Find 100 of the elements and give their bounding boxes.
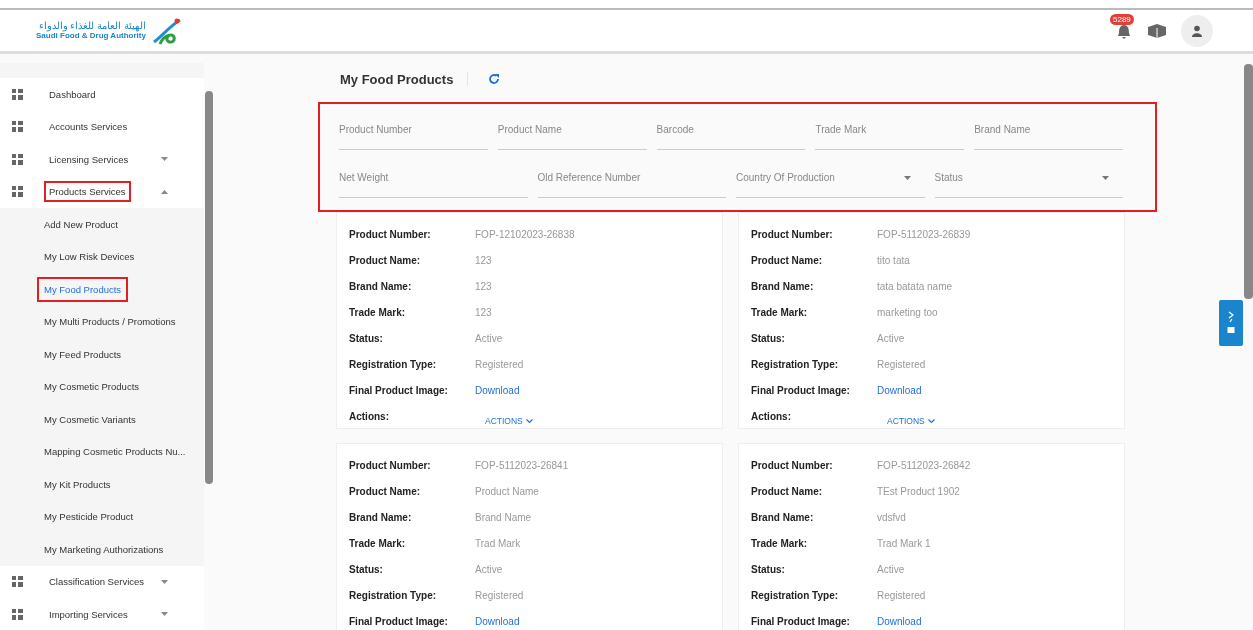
- submenu-item-label: My Food Products: [37, 276, 129, 302]
- submenu-item[interactable]: Mapping Cosmetic Products Nu...: [0, 435, 204, 468]
- dropdown-field[interactable]: Country Of Production: [736, 158, 925, 198]
- field-label: Actions:: [349, 410, 390, 422]
- field-label: Status:: [751, 332, 786, 344]
- submenu-item[interactable]: Add New Product: [0, 208, 204, 241]
- field-label: Product Number:: [349, 228, 432, 240]
- field-label: Product Name:: [751, 485, 824, 497]
- submenu-item-label: My Cosmetic Variants: [43, 412, 137, 427]
- submenu-item[interactable]: My Food Products: [0, 273, 204, 306]
- dropdown-caret-icon: [1102, 175, 1109, 180]
- input-field[interactable]: Product Number: [339, 110, 488, 150]
- submenu-item[interactable]: My Low Risk Devices: [0, 240, 204, 273]
- page-scrollbar[interactable]: [1244, 64, 1253, 299]
- field-label: Product Name:: [349, 485, 422, 497]
- field-label: Final Product Image:: [751, 615, 851, 627]
- input-field[interactable]: Barcode: [656, 110, 806, 150]
- sidebar-item[interactable]: Products Services: [0, 175, 204, 208]
- refresh-icon[interactable]: [488, 73, 501, 85]
- user-avatar[interactable]: [1181, 14, 1213, 47]
- field-value: Trad Mark: [475, 537, 521, 549]
- field-value: FOP-5112023-26842: [877, 459, 971, 471]
- bell-icon[interactable]: [1117, 23, 1131, 40]
- field-value: Registered: [877, 589, 926, 601]
- field-value: Active: [475, 563, 503, 575]
- logo-english-text: Saudi Food & Drug Authority: [36, 31, 146, 40]
- submenu-item[interactable]: My Marketing Authorizations: [0, 533, 204, 566]
- submenu-item[interactable]: My Pesticide Product: [0, 500, 204, 533]
- field-label: Registration Type:: [751, 358, 840, 370]
- field-value: Active: [877, 563, 905, 575]
- logo-arabic-text: الهيئة العامة للغذاء والدواء: [38, 21, 146, 32]
- sidebar-item[interactable]: Dashboard: [0, 78, 204, 111]
- field-value: marketing too: [877, 306, 938, 318]
- field-label: Trade Mark:: [349, 306, 407, 318]
- input-field[interactable]: Brand Name: [974, 110, 1123, 150]
- field-label: Product Name:: [751, 254, 824, 266]
- sidebar-item[interactable]: Importing Services: [0, 598, 204, 630]
- sidebar-item[interactable]: Accounts Services: [0, 110, 204, 143]
- submenu-item-label: My Cosmetic Products: [43, 380, 141, 395]
- user-icon: [1191, 24, 1203, 37]
- dropdown-field[interactable]: Status: [934, 158, 1123, 198]
- field-label: Brand Name:: [349, 280, 413, 292]
- input-field[interactable]: Trade Mark: [815, 110, 965, 150]
- field-value: Product Name: [475, 485, 539, 497]
- sidebar-item-label: Licensing Services: [48, 152, 130, 167]
- field-value: Registered: [475, 358, 524, 370]
- field-label: Product Name:: [349, 254, 422, 266]
- field-value: Active: [475, 332, 503, 344]
- download-link[interactable]: Download: [475, 384, 520, 396]
- download-link[interactable]: Download: [877, 384, 922, 396]
- submenu-item-label: Mapping Cosmetic Products Nu...: [43, 445, 187, 460]
- field-label: Trade Mark:: [349, 537, 407, 549]
- field-label: Brand Name:: [751, 280, 815, 292]
- sidebar-item-label: Classification Services: [48, 575, 146, 590]
- chevron-down-icon: [525, 418, 533, 424]
- field-value: 123: [475, 306, 492, 318]
- submenu-item-label: My Multi Products / Promotions: [43, 315, 177, 330]
- submenu-item[interactable]: My Feed Products: [0, 338, 204, 371]
- grid-icon: [12, 88, 23, 100]
- field-value: Registered: [877, 358, 926, 370]
- feedback-button[interactable]: [1219, 300, 1243, 346]
- input-field[interactable]: Old Reference Number: [537, 158, 726, 198]
- field-label: Brand Name:: [349, 511, 413, 523]
- field-label: Product Number:: [751, 459, 834, 471]
- notification-badge: 5289: [1110, 13, 1134, 25]
- grid-icon: [12, 186, 23, 198]
- sidebar-item-label: Dashboard: [48, 87, 97, 102]
- field-value: 123: [475, 280, 492, 292]
- sidebar-scrollbar[interactable]: [205, 91, 213, 484]
- submenu-item[interactable]: My Kit Products: [0, 468, 204, 501]
- download-link[interactable]: Download: [877, 615, 922, 627]
- submenu-item[interactable]: My Cosmetic Products: [0, 370, 204, 403]
- field-label: Actions:: [751, 410, 792, 422]
- sidebar-item[interactable]: Classification Services: [0, 565, 204, 598]
- field-value: TEst Product 1902: [877, 485, 960, 497]
- download-link[interactable]: Download: [475, 615, 520, 627]
- field-label: Final Product Image:: [349, 384, 449, 396]
- field-label: Status:: [349, 332, 384, 344]
- submenu-item[interactable]: My Multi Products / Promotions: [0, 305, 204, 338]
- field-value: FOP-5112023-26839: [877, 228, 971, 240]
- submenu-item[interactable]: My Cosmetic Variants: [0, 403, 204, 436]
- submenu-item-label: Add New Product: [43, 217, 119, 232]
- actions-button[interactable]: ACTIONS: [483, 414, 535, 428]
- field-value: tata batata name: [877, 280, 953, 292]
- sidebar-item[interactable]: Licensing Services: [0, 143, 204, 176]
- field-label: Status:: [349, 563, 384, 575]
- sidebar-item-label: Importing Services: [48, 607, 129, 622]
- actions-button[interactable]: ACTIONS: [885, 414, 937, 428]
- input-field[interactable]: Product Name: [497, 110, 647, 150]
- chevron-down-icon: [927, 418, 935, 424]
- field-value: Active: [877, 332, 905, 344]
- field-value: tito tata: [877, 254, 910, 266]
- field-value: Trad Mark 1: [877, 537, 931, 549]
- grid-icon: [12, 576, 23, 588]
- grid-icon: [12, 608, 23, 620]
- field-label: Registration Type:: [349, 358, 438, 370]
- field-value: FOP-12102023-26838: [475, 228, 575, 240]
- input-field[interactable]: Net Weight: [339, 158, 528, 198]
- submenu-item-label: My Marketing Authorizations: [43, 542, 165, 557]
- box-icon[interactable]: [1147, 23, 1167, 38]
